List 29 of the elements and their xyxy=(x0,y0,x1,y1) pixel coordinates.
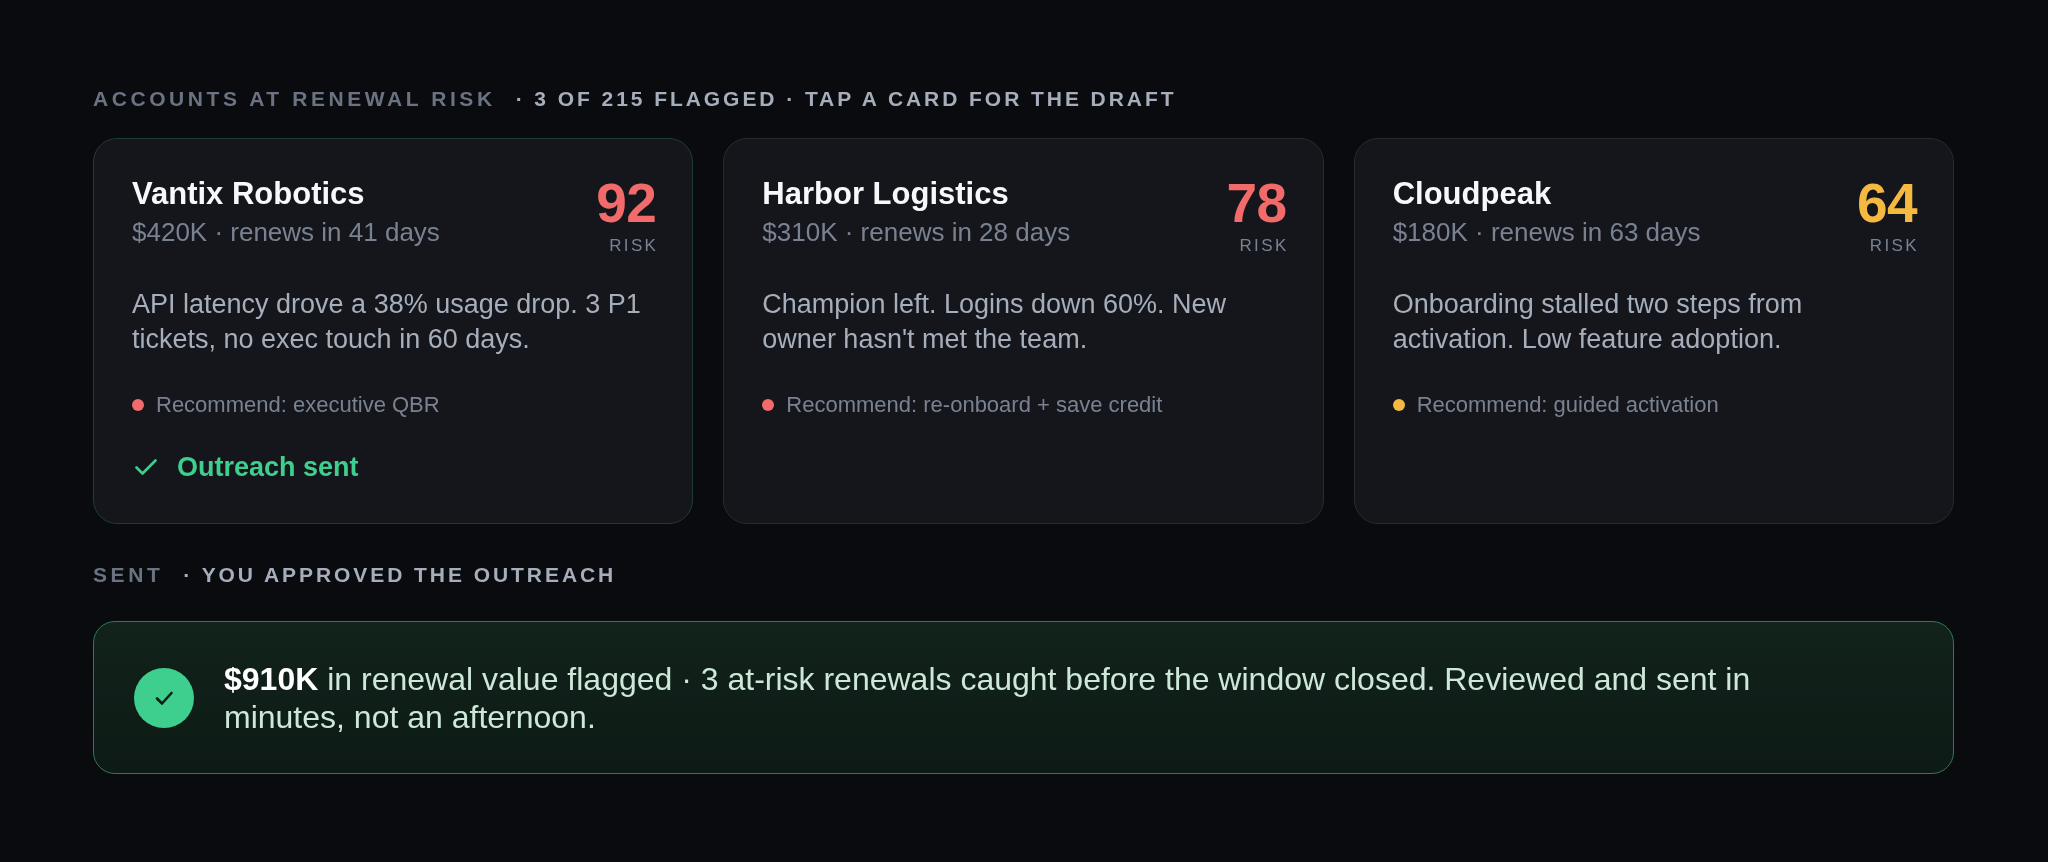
recommendation-text: Recommend: executive QBR xyxy=(156,391,440,419)
account-meta: $420K · renews in 41 days xyxy=(132,216,440,249)
account-description: Champion left. Logins down 60%. New owner hasn't met the team. xyxy=(762,288,1228,356)
recommendation-text: Recommend: guided activation xyxy=(1416,391,1719,419)
risk-score: 64 xyxy=(1856,175,1917,231)
section-title: SENT xyxy=(93,562,164,588)
account-meta: $180K · renews in 63 days xyxy=(1392,216,1701,249)
account-card[interactable]: Harbor Logistics $310K · renews in 28 days 78 RISK Champion left. Logins down 60%. New owner hasn't met the team. Recommend: re-onboard + save credit xyxy=(723,138,1324,524)
risk-score: 78 xyxy=(1226,175,1287,231)
account-meta: $310K · renews in 28 days xyxy=(762,216,1071,249)
account-description: API latency drove a 38% usage drop. 3 P1 tickets, no exec touch in 60 days. xyxy=(132,288,642,356)
risk-label: RISK xyxy=(1239,235,1289,257)
risk-score: 92 xyxy=(596,175,657,231)
account-card[interactable]: Vantix Robotics $420K · renews in 41 days 92 RISK API latency drove a 38% usage drop. 3 P1 tickets, no exec touch in 60 days. Recommend: executive QBR Outreach sent xyxy=(93,138,694,524)
account-name: Cloudpeak xyxy=(1392,175,1553,213)
section-subtitle: · YOU APPROVED THE OUTREACH xyxy=(183,562,617,588)
summary-text: $910K in renewal value flagged · 3 at-risk renewals caught before the window closed. Reviewed and sent in minutes, not an afternoon. xyxy=(224,659,1752,736)
check-icon xyxy=(135,459,157,475)
account-description: Onboarding stalled two steps from activation. Low feature adoption. xyxy=(1392,288,1804,356)
risk-label: RISK xyxy=(1869,235,1919,257)
account-name: Vantix Robotics xyxy=(132,175,366,213)
account-name: Harbor Logistics xyxy=(762,175,1010,213)
risk-label: RISK xyxy=(609,235,659,257)
section-subtitle: · 3 OF 215 FLAGGED · TAP A CARD FOR THE DRAFT xyxy=(515,86,1177,112)
status-text: Outreach sent xyxy=(177,451,359,483)
recommendation-text: Recommend: re-onboard + save credit xyxy=(786,391,1163,419)
section-title: ACCOUNTS AT RENEWAL RISK xyxy=(93,86,496,112)
account-card[interactable]: Cloudpeak $180K · renews in 63 days 64 RISK Onboarding stalled two steps from activation. Low feature adoption. Recommend: guided activation xyxy=(1353,138,1954,524)
check-circle-icon xyxy=(134,667,194,728)
